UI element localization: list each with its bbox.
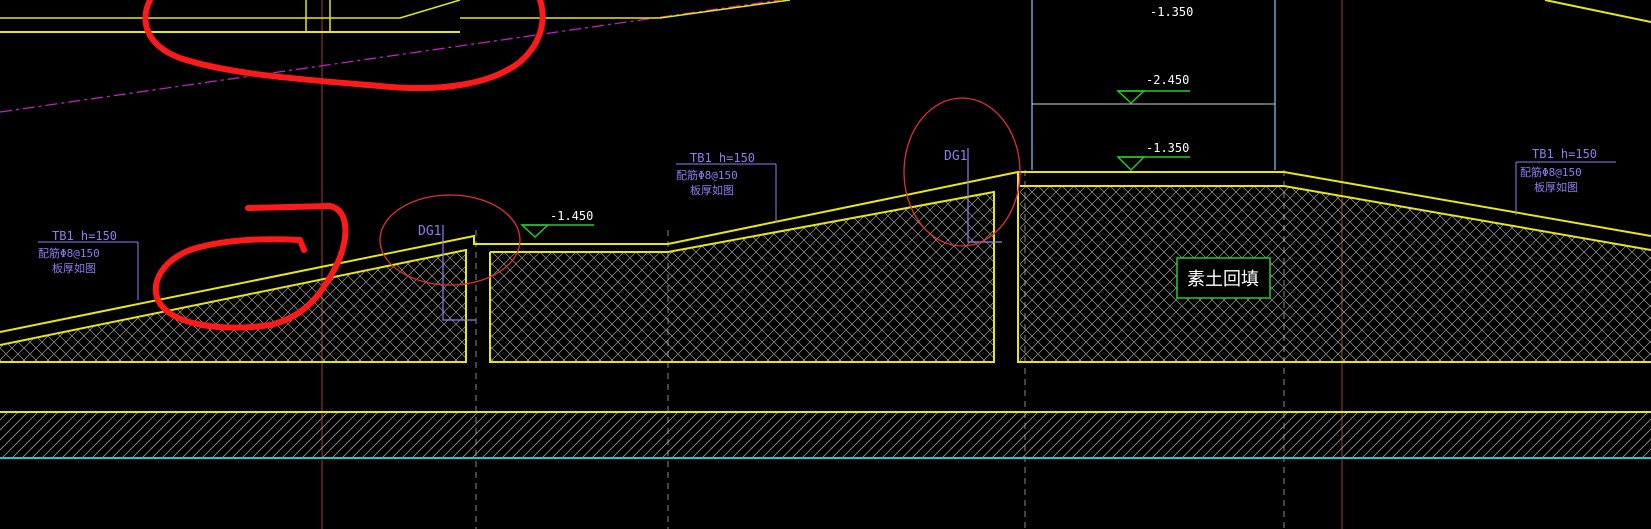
top-structure: [0, 0, 1651, 33]
svg-text:TB1 h=150: TB1 h=150: [52, 229, 117, 243]
hatch-band-bottom: [0, 412, 1651, 457]
svg-text:板厚如图: 板厚如图: [1534, 180, 1578, 194]
tb-label-right: TB1 h=150 配筋Φ8@150 板厚如图: [1515, 147, 1616, 215]
level-marker-mid: -2.450: [1116, 73, 1190, 105]
svg-text:配筋Φ8@150: 配筋Φ8@150: [38, 246, 100, 260]
hatched-fill: [0, 186, 1651, 457]
svg-text:DG1: DG1: [944, 149, 967, 164]
tb-label-left: TB1 h=150 配筋Φ8@150 板厚如图: [38, 229, 139, 300]
level-marker-bottom: -1.350: [1116, 141, 1190, 172]
fill-label: 素土回填: [1176, 257, 1271, 299]
magenta-dashed-line: [0, 0, 781, 113]
svg-text:TB1 h=150: TB1 h=150: [690, 151, 755, 165]
svg-text:TB1 h=150: TB1 h=150: [1532, 147, 1597, 161]
level-marker-ramp: -1.450: [520, 209, 594, 239]
cad-drawing-canvas: DG1 DG1 TB1 h=150 配筋Φ8@150 板厚如图 TB1 h=15…: [0, 0, 1651, 529]
svg-text:-1.350: -1.350: [1146, 141, 1189, 155]
svg-text:-1.450: -1.450: [550, 209, 593, 223]
hatch-region-mid-b: [668, 192, 994, 362]
svg-text:板厚如图: 板厚如图: [690, 183, 734, 197]
hatch-region-mid-a: [490, 252, 668, 362]
svg-text:配筋Φ8@150: 配筋Φ8@150: [1520, 165, 1582, 179]
svg-text:-1.350: -1.350: [1150, 5, 1193, 19]
svg-text:DG1: DG1: [418, 224, 441, 239]
tb-label-mid: TB1 h=150 配筋Φ8@150 板厚如图: [676, 151, 777, 222]
svg-text:-2.450: -2.450: [1146, 73, 1189, 87]
level-marker-top: -1.350: [1150, 5, 1193, 19]
svg-text:板厚如图: 板厚如图: [52, 261, 96, 275]
svg-text:配筋Φ8@150: 配筋Φ8@150: [676, 168, 738, 182]
svg-text:素土回填: 素土回填: [1187, 269, 1259, 290]
hatch-region-right: [1020, 186, 1651, 362]
red-freehand-circle-top: [142, 0, 546, 92]
